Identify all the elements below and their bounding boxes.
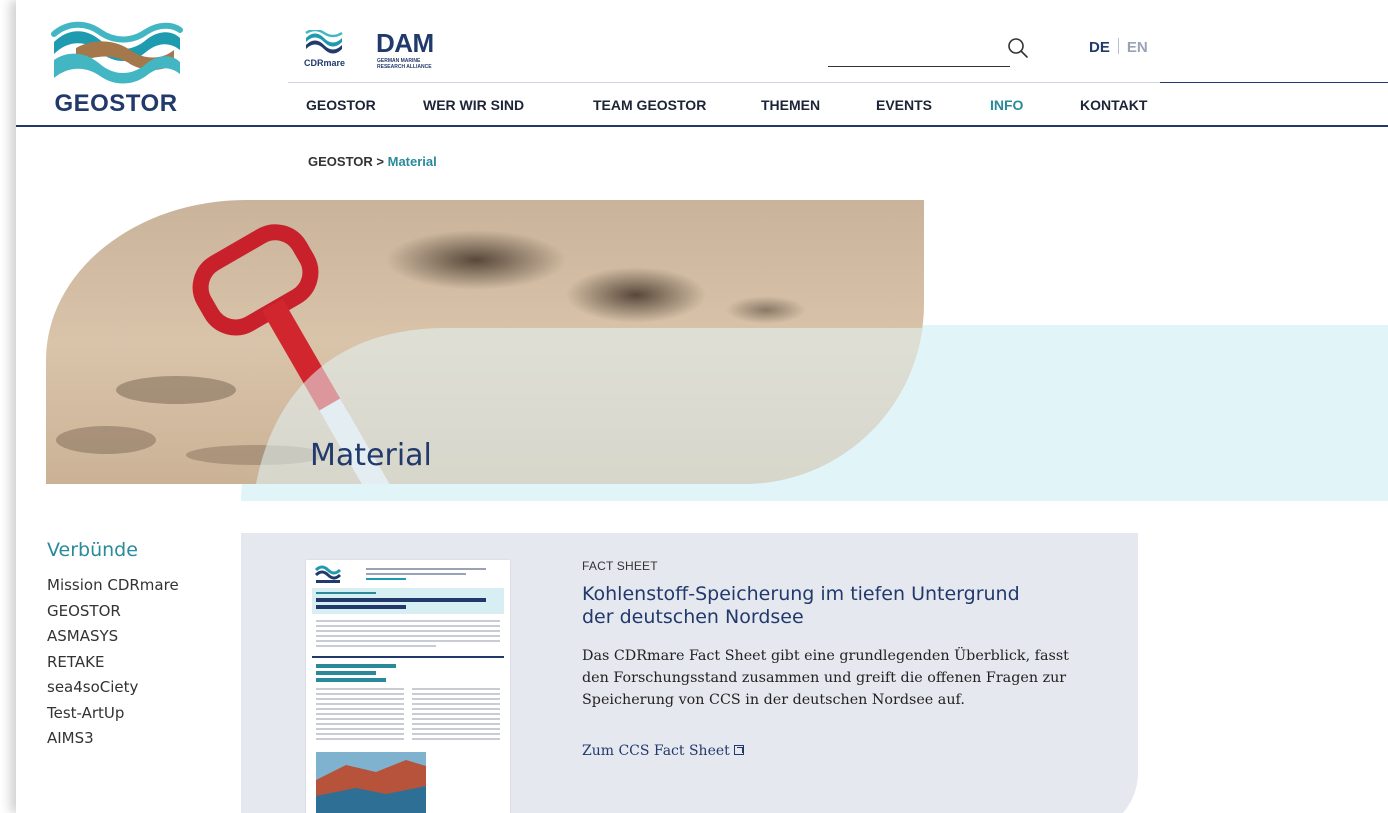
external-link-icon <box>733 745 744 755</box>
sidebar-item-aims3[interactable]: AIMS3 <box>47 726 179 752</box>
site-logo[interactable]: GEOSTOR <box>46 20 186 120</box>
dam-subtitle: GERMAN MARINE RESEARCH ALLIANCE <box>377 58 432 70</box>
sidebar-item-asmasys[interactable]: ASMASYS <box>47 624 179 650</box>
logo-text: GEOSTOR <box>54 90 178 117</box>
nav-item-info[interactable]: INFO <box>990 97 1080 113</box>
nav-item-kontakt[interactable]: KONTAKT <box>1080 97 1170 113</box>
logo-waves-icon <box>51 21 183 84</box>
fact-sheet-link[interactable]: Zum CCS Fact Sheet <box>582 743 744 759</box>
search-input[interactable] <box>828 38 1008 64</box>
breadcrumb-root-link[interactable]: GEOSTOR <box>308 154 373 169</box>
sidebar-item-retake[interactable]: RETAKE <box>47 650 179 676</box>
sidebar-list: Mission CDRmare GEOSTOR ASMASYS RETAKE s… <box>47 573 179 752</box>
breadcrumb: GEOSTOR > Material <box>308 154 437 169</box>
cdrmare-logo[interactable]: CDRmare <box>304 28 364 74</box>
page-frame: GEOSTOR CDRmare DAM GERMAN MARINE RESEAR… <box>16 0 1388 813</box>
card-kicker: FACT SHEET <box>582 559 658 573</box>
fact-sheet-link-label: Zum CCS Fact Sheet <box>582 743 730 759</box>
header-divider-top-light <box>288 82 1160 83</box>
beach-shovel-illustration <box>46 200 924 484</box>
fact-sheet-preview-image <box>306 560 510 813</box>
nav-item-wer-wir-sind[interactable]: WER WIR SIND <box>423 97 593 113</box>
page-title: Material <box>310 438 432 473</box>
breadcrumb-current: Material <box>387 154 437 169</box>
dam-subtitle-line-2: RESEARCH ALLIANCE <box>377 64 432 70</box>
lang-separator <box>1117 38 1119 54</box>
nav-item-events[interactable]: EVENTS <box>876 97 990 113</box>
search-icon[interactable] <box>1006 36 1030 60</box>
sidebar-item-sea4society[interactable]: sea4soCiety <box>47 675 179 701</box>
cdrmare-label: CDRmare <box>304 58 346 68</box>
nav-item-team-geostor[interactable]: TEAM GEOSTOR <box>593 97 761 113</box>
nav-item-themen[interactable]: THEMEN <box>761 97 876 113</box>
card-description: Das CDRmare Fact Sheet gibt eine grundle… <box>582 648 1069 708</box>
lang-de-link[interactable]: DE <box>1089 39 1110 56</box>
dam-wordmark: DAM <box>376 28 434 58</box>
breadcrumb-separator: > <box>372 154 388 169</box>
sidebar-item-test-artup[interactable]: Test-ArtUp <box>47 701 179 727</box>
sidebar-item-geostor[interactable]: GEOSTOR <box>47 599 179 625</box>
search-underline <box>828 66 1010 67</box>
dam-logo[interactable]: DAM GERMAN MARINE RESEARCH ALLIANCE <box>376 28 456 74</box>
card-title: Kohlenstoff-Speicherung im tiefen Unterg… <box>582 583 1020 628</box>
sidebar-item-mission-cdrmare[interactable]: Mission CDRmare <box>47 573 179 599</box>
cdrmare-waves-icon <box>305 28 343 54</box>
lang-en-link[interactable]: EN <box>1127 39 1148 56</box>
sidebar-title: Verbünde <box>47 539 138 561</box>
language-switcher: DE EN <box>1089 38 1148 56</box>
nav-item-geostor[interactable]: GEOSTOR <box>306 97 423 113</box>
hero-image <box>46 200 924 484</box>
fact-sheet-thumbnail[interactable] <box>306 560 510 813</box>
main-nav: GEOSTOR WER WIR SIND TEAM GEOSTOR THEMEN… <box>306 97 1170 113</box>
header-divider-bottom <box>16 125 1388 127</box>
